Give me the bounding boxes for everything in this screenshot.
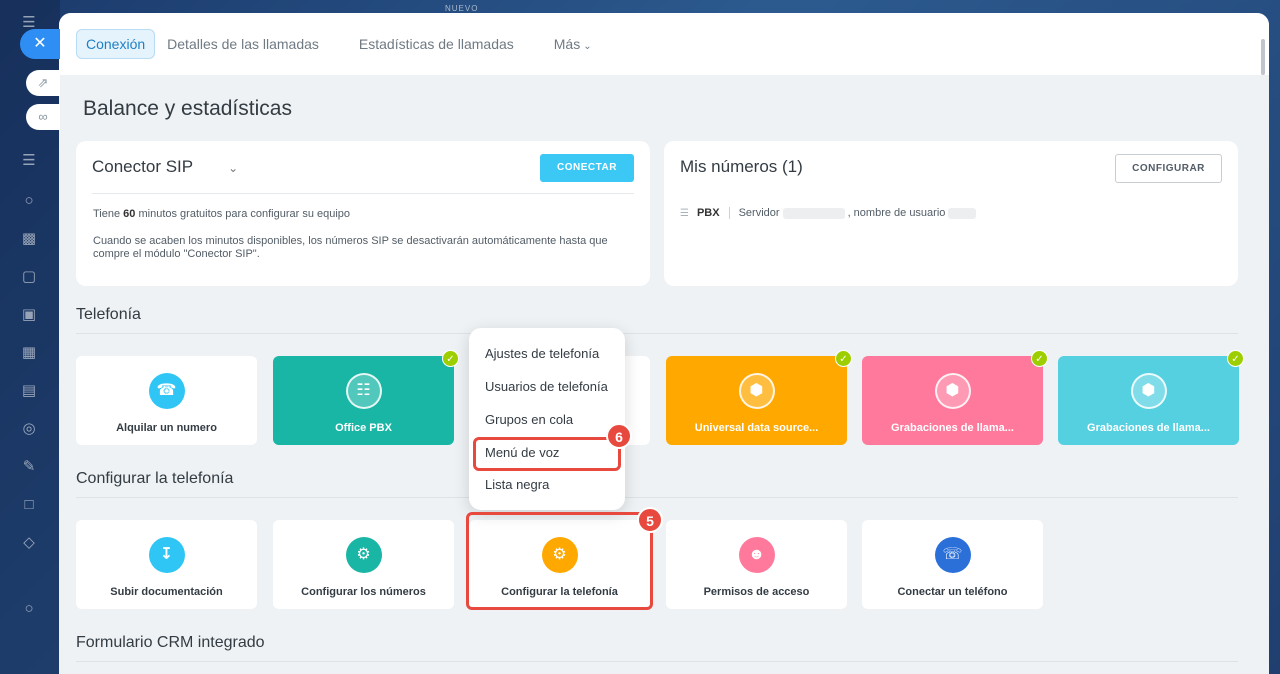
tile-conectar-telefono[interactable]: ☏ Conectar un teléfono	[862, 520, 1043, 609]
tab-detalles-llamadas[interactable]: Detalles de las llamadas	[158, 30, 328, 58]
box-icon: ⬢	[934, 373, 971, 409]
my-numbers-title: Mis números (1)	[680, 157, 803, 176]
user-lock-icon: ☻	[738, 537, 775, 573]
box-icon: ⬢	[1130, 373, 1167, 409]
telephony-panel: Conexión Detalles de las llamadas Estadí…	[59, 13, 1269, 674]
scrollbar[interactable]	[1261, 39, 1265, 75]
chart-icon: ▩	[21, 230, 37, 247]
filter-icon: ☰	[22, 152, 36, 169]
my-numbers-card: Mis números (1) CONFIGURAR ☰ PBX Servido…	[664, 141, 1238, 286]
external-link-icon: ⇗	[37, 75, 49, 90]
sip-connector-dropdown[interactable]: Conector SIP ⌄	[92, 157, 238, 177]
step-badge-6: 6	[606, 423, 632, 449]
document-icon: □	[24, 496, 34, 513]
crm-form-section-title: Formulario CRM integrado	[76, 634, 265, 651]
step-badge-5: 5	[637, 507, 663, 533]
highlight-menu-de-voz	[473, 437, 621, 471]
upload-document-icon: ↧	[148, 537, 185, 573]
installed-check-icon: ✓	[1031, 350, 1048, 367]
tab-estadisticas-llamadas[interactable]: Estadísticas de llamadas	[350, 30, 523, 58]
tile-subir-documentacion[interactable]: ↧ Subir documentación	[76, 520, 257, 609]
connect-button[interactable]: CONECTAR	[540, 154, 634, 182]
tile-office-pbx[interactable]: ☷ Office PBX ✓	[273, 350, 459, 445]
pen-icon: ✎	[22, 458, 36, 475]
divider	[92, 193, 634, 194]
tile-label: Grabaciones de llama...	[891, 422, 1014, 434]
background-sidebar: ☰ ☰ ○ ▩ ▢ ▣ ▦ ▤ ◎ ✎ □ ◇ ○	[0, 0, 60, 674]
tile-label: Permisos de acceso	[703, 586, 810, 598]
pbx-row: ☰ PBX Servidor , nombre de usuario	[680, 207, 979, 219]
installed-check-icon: ✓	[835, 350, 852, 367]
tile-label: Universal data source...	[694, 422, 819, 434]
robot-icon: ○	[24, 192, 34, 209]
tile-label: Alquilar un numero	[116, 422, 217, 434]
target-icon: ◎	[22, 420, 36, 437]
link-icon: ∞	[38, 109, 48, 124]
tile-label: Subir documentación	[110, 586, 223, 598]
separator	[728, 207, 730, 219]
tile-permisos-acceso[interactable]: ☻ Permisos de acceso	[666, 520, 847, 609]
tab-mas[interactable]: Más ⌄	[545, 30, 601, 58]
phone-plug-icon: ☏	[934, 537, 971, 573]
menu-item-grupos-cola[interactable]: Grupos en cola	[485, 412, 573, 427]
installed-check-icon: ✓	[1227, 350, 1244, 367]
close-icon: ✕	[33, 35, 47, 52]
configure-button[interactable]: CONFIGURAR	[1115, 154, 1222, 183]
tile-label: Conectar un teléfono	[897, 586, 1008, 598]
tab-mas-label: Más	[553, 36, 581, 52]
tile-label: Office PBX	[335, 422, 392, 434]
box-icon: ⬢	[738, 373, 775, 409]
menu-item-usuarios-telefonia[interactable]: Usuarios de telefonía	[485, 379, 608, 394]
blurred-server	[782, 207, 845, 219]
cart-icon: ▢	[21, 268, 37, 285]
section-divider	[76, 661, 1238, 662]
calendar-icon: ▦	[21, 344, 37, 361]
menu-item-ajustes-telefonia[interactable]: Ajustes de telefonía	[485, 346, 599, 361]
tile-grabaciones-2[interactable]: ⬢ Grabaciones de llama... ✓	[1058, 350, 1244, 445]
section-divider	[76, 333, 1238, 334]
free-minutes-prefix: Tiene	[93, 208, 124, 220]
highlight-configurar-telefonia	[466, 512, 653, 610]
tile-alquilar-numero[interactable]: ☎ Alquilar un numero	[76, 356, 257, 445]
cube-icon: ◇	[23, 534, 35, 551]
pbx-label: PBX	[696, 207, 720, 219]
installed-check-icon: ✓	[442, 350, 459, 367]
close-slider-button[interactable]: ✕	[20, 29, 60, 59]
tile-label: Grabaciones de llama...	[1087, 422, 1210, 434]
menu-item-lista-negra[interactable]: Lista negra	[485, 477, 549, 492]
telephony-settings-menu: Ajustes de telefonía Usuarios de telefon…	[469, 328, 625, 510]
phone-gear-icon: ⚙	[345, 537, 382, 573]
tile-label: Configurar los números	[301, 586, 426, 598]
background-label: NUEVO	[445, 4, 479, 13]
server-label: Servidor	[738, 207, 780, 219]
pbx-icon: ☷	[345, 373, 382, 409]
sip-description: Cuando se acaben los minutos disponibles…	[93, 235, 608, 260]
username-label: , nombre de usuario	[847, 207, 946, 219]
blurred-username	[948, 207, 977, 219]
tab-conexion[interactable]: Conexión	[76, 29, 156, 59]
telefonia-section-title: Telefonía	[76, 306, 141, 323]
chevron-down-icon: ⌄	[583, 41, 592, 52]
free-minutes-text: Tiene 60 minutos gratuitos para configur…	[93, 208, 350, 220]
free-minutes-suffix: minutos gratuitos para configurar su equ…	[135, 208, 351, 220]
open-new-window-button[interactable]: ⇗	[26, 70, 60, 96]
monitor-icon: ▣	[21, 306, 37, 323]
page-title: Balance y estadísticas	[83, 97, 292, 120]
chevron-down-icon: ⌄	[228, 161, 239, 175]
tile-grabaciones-1[interactable]: ⬢ Grabaciones de llama... ✓	[862, 350, 1048, 445]
tile-configurar-numeros[interactable]: ⚙ Configurar los números	[273, 520, 454, 609]
copy-link-button[interactable]: ∞	[26, 104, 60, 130]
free-minutes-count: 60	[123, 208, 136, 220]
sip-card-title: Conector SIP	[92, 157, 194, 176]
list-icon: ☰	[680, 207, 689, 219]
settings-icon: ○	[24, 600, 34, 617]
tile-universal-data-source[interactable]: ⬢ Universal data source... ✓	[666, 350, 852, 445]
sip-connector-card: Conector SIP ⌄ CONECTAR Tiene 60 minutos …	[76, 141, 650, 286]
phone-dollar-icon: ☎	[148, 373, 185, 409]
tab-bar: Conexión Detalles de las llamadas Estadí…	[59, 13, 1269, 75]
section-divider	[76, 497, 1238, 498]
store-icon: ▤	[21, 382, 37, 399]
configurar-section-title: Configurar la telefonía	[76, 470, 234, 487]
